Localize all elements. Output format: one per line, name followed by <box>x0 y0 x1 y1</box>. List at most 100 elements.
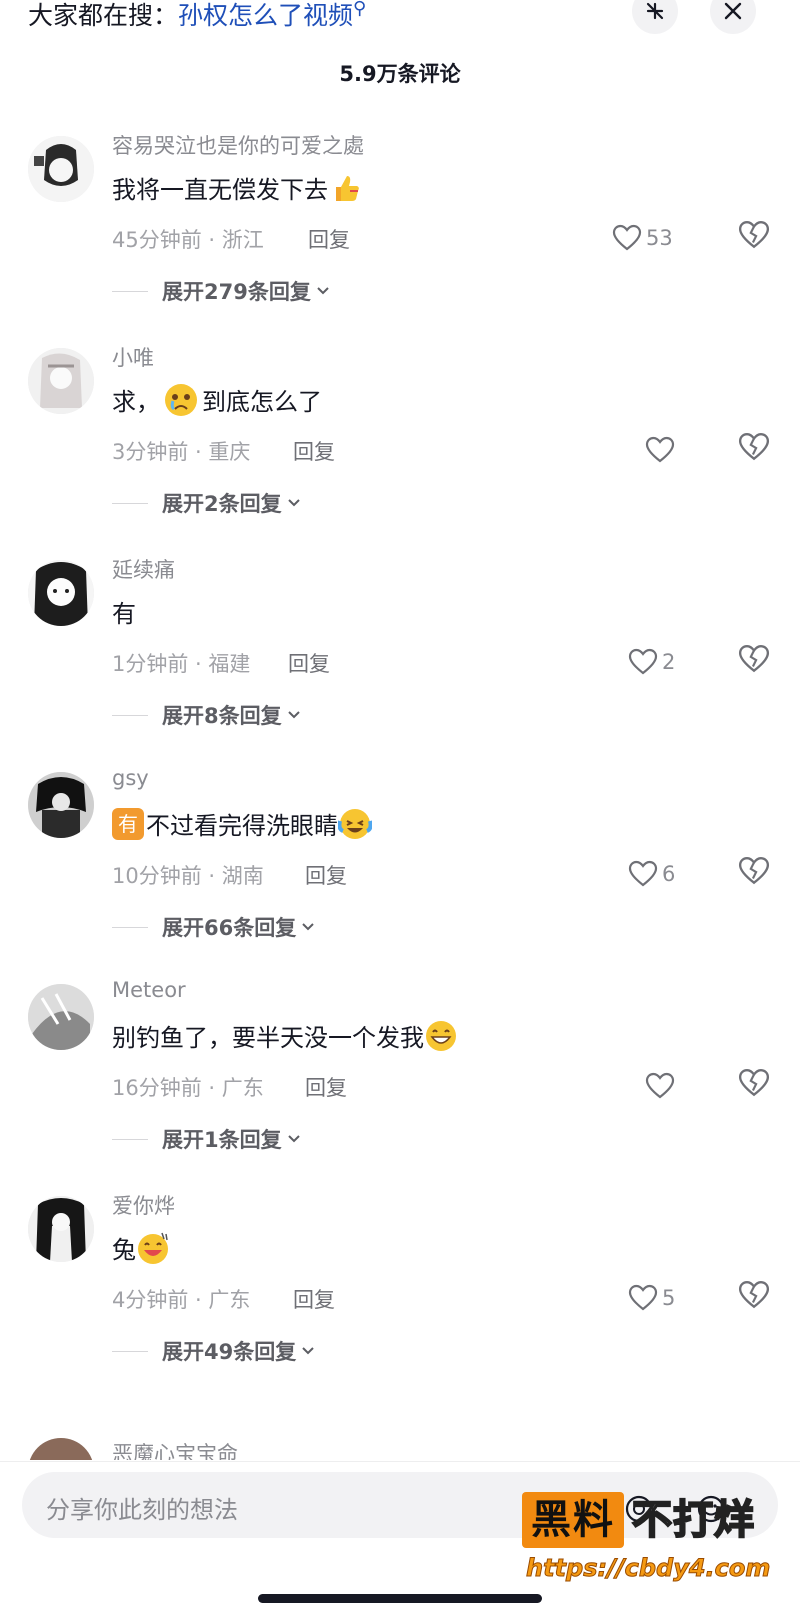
badge-label: 有 <box>112 807 144 840</box>
heart-icon <box>645 1072 675 1099</box>
home-indicator[interactable] <box>258 1594 542 1603</box>
reply-button[interactable]: 回复 <box>293 1284 335 1314</box>
expand-replies[interactable]: 展开66条回复 <box>112 912 316 942</box>
comment-username[interactable]: 容易哭泣也是你的可爱之處 <box>112 130 364 160</box>
comment-text-prefix: 求， <box>112 388 160 416</box>
heart-icon <box>612 224 642 251</box>
comment-count-title: 5.9万条评论 <box>339 62 461 86</box>
comment-time-location: 10分钟前 · 湖南 <box>112 864 264 888</box>
divider <box>112 714 148 716</box>
like-button[interactable]: 53 <box>612 220 673 256</box>
chevron-down-icon <box>287 1135 300 1143</box>
like-count: 2 <box>662 650 676 674</box>
collapse-icon <box>646 2 664 20</box>
avatar[interactable] <box>28 1196 94 1262</box>
like-button[interactable]: 6 <box>628 856 675 892</box>
broken-heart-icon <box>738 221 770 249</box>
expand-replies-label: 展开66条回复 <box>162 916 297 940</box>
like-button[interactable] <box>645 1068 679 1104</box>
heart-icon <box>645 436 675 463</box>
comment-username[interactable]: 爱你烨 <box>112 1190 175 1220</box>
divider <box>112 502 148 504</box>
dislike-button[interactable] <box>738 220 774 256</box>
comment-text: 兔 <box>112 1230 170 1265</box>
dislike-button[interactable] <box>738 856 774 892</box>
comment-username[interactable]: 恶魔心宝宝命 <box>112 1438 238 1460</box>
expand-replies-label: 展开49条回复 <box>162 1340 297 1364</box>
expand-replies[interactable]: 展开279条回复 <box>112 276 331 306</box>
search-hint-query[interactable]: 孙权怎么了视频 <box>178 1 353 30</box>
dislike-button[interactable] <box>738 432 774 468</box>
heart-icon <box>628 648 658 675</box>
divider <box>112 1138 148 1140</box>
divider <box>112 926 148 928</box>
comment-text: 我将一直无偿发下去 <box>112 170 362 205</box>
reply-button[interactable]: 回复 <box>305 1072 347 1102</box>
comment-text-body: 别钓鱼了，要半天没一个发我 <box>112 1024 424 1052</box>
comment-time-location: 4分钟前 · 广东 <box>112 1288 251 1312</box>
dislike-button[interactable] <box>738 1280 774 1316</box>
avatar[interactable] <box>28 1438 94 1460</box>
expand-replies-label: 展开279条回复 <box>162 280 311 304</box>
comment-item: 爱你烨 兔 4分钟前 · 广东 回复 5 展开49条回复 <box>0 1188 800 1405</box>
avatar[interactable] <box>28 136 94 202</box>
comment-text: 别钓鱼了，要半天没一个发我 <box>112 1018 458 1053</box>
avatar[interactable] <box>28 348 94 414</box>
top-bar: 大家都在搜：孙权怎么了视频⚲ <box>0 0 800 42</box>
crying-face-emoji-icon <box>164 383 198 417</box>
avatar[interactable] <box>28 984 94 1050</box>
comment-username[interactable]: 延续痛 <box>112 554 175 584</box>
reply-button[interactable]: 回复 <box>308 224 350 254</box>
like-button[interactable] <box>645 432 679 468</box>
comment-username[interactable]: Meteor <box>112 978 186 1002</box>
heart-icon <box>628 1284 658 1311</box>
like-button[interactable]: 2 <box>628 644 675 680</box>
broken-heart-icon <box>738 857 770 885</box>
close-icon <box>724 2 742 20</box>
comment-input-placeholder: 分享你此刻的想法 <box>46 1496 238 1524</box>
reply-button[interactable]: 回复 <box>288 648 330 678</box>
grinning-face-emoji-icon <box>424 1019 458 1053</box>
avatar[interactable] <box>28 560 94 626</box>
comment-username[interactable]: gsy <box>112 766 149 790</box>
comment-text-body: 我将一直无偿发下去 <box>112 176 328 204</box>
reply-button[interactable]: 回复 <box>305 860 347 890</box>
broken-heart-icon <box>738 1281 770 1309</box>
expand-replies[interactable]: 展开49条回复 <box>112 1336 316 1366</box>
comment-text-body: 有 <box>112 600 136 628</box>
like-count: 5 <box>662 1286 676 1310</box>
chevron-down-icon <box>317 287 329 295</box>
expand-replies-label: 展开1条回复 <box>162 1128 282 1152</box>
comment-text: 求， 到底怎么了 <box>112 382 322 417</box>
comment-item: 延续痛 有 1分钟前 · 福建 回复 2 展开8条回复 <box>0 552 800 769</box>
comment-text: 有 <box>112 594 136 629</box>
search-icon: ⚲ <box>353 0 367 19</box>
trending-search-hint[interactable]: 大家都在搜：孙权怎么了视频⚲ <box>28 0 366 32</box>
sweat-grin-emoji-icon <box>136 1231 170 1265</box>
dislike-button[interactable] <box>738 1068 774 1104</box>
like-button[interactable]: 5 <box>628 1280 675 1316</box>
expand-replies[interactable]: 展开1条回复 <box>112 1124 302 1154</box>
like-count: 6 <box>662 862 676 886</box>
reply-button[interactable]: 回复 <box>293 436 335 466</box>
chevron-down-icon <box>302 1347 314 1355</box>
expand-replies-label: 展开8条回复 <box>162 704 282 728</box>
expand-replies[interactable]: 展开8条回复 <box>112 700 302 730</box>
like-count: 53 <box>646 226 673 250</box>
chevron-down-icon <box>287 499 300 507</box>
watermark-box-text: 黑料 <box>522 1492 624 1548</box>
comment-time-location: 1分钟前 · 福建 <box>112 652 251 676</box>
comment-text-body: 到底怎么了 <box>202 388 322 416</box>
collapse-button[interactable] <box>632 0 678 34</box>
comment-username[interactable]: 小唯 <box>112 342 154 372</box>
dislike-button[interactable] <box>738 644 774 680</box>
watermark: 黑料 不打烊 https://cbdy4.com <box>522 1492 792 1592</box>
expand-replies-label: 展开2条回复 <box>162 492 282 516</box>
comment-item: gsy 有 不过看完得洗眼睛 10分钟前 · 湖南 回复 6 展开66条回复 <box>0 764 800 981</box>
comment-time-location: 16分钟前 · 广东 <box>112 1076 264 1100</box>
expand-replies[interactable]: 展开2条回复 <box>112 488 302 518</box>
thumbs-up-emoji-icon <box>328 171 362 205</box>
comment-item: Meteor 别钓鱼了，要半天没一个发我 16分钟前 · 广东 回复 展开1条回… <box>0 976 800 1193</box>
close-button[interactable] <box>710 0 756 34</box>
avatar[interactable] <box>28 772 94 838</box>
